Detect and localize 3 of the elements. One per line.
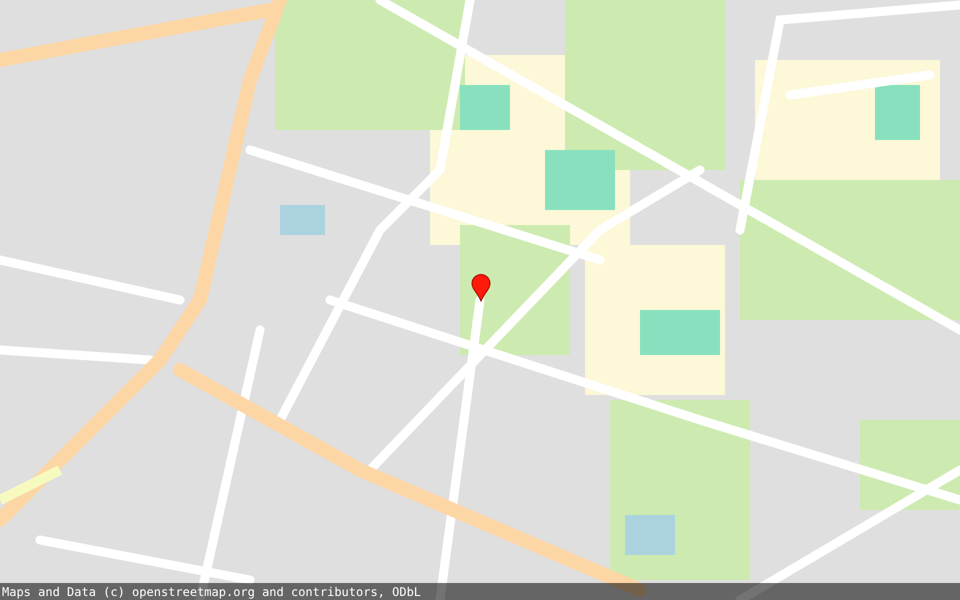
- street-map-drawing[interactable]: [0, 0, 960, 600]
- attribution-text: Maps and Data (c) openstreetmap.org and contributors, ODbL: [2, 586, 422, 598]
- map-pin-icon: [471, 274, 491, 302]
